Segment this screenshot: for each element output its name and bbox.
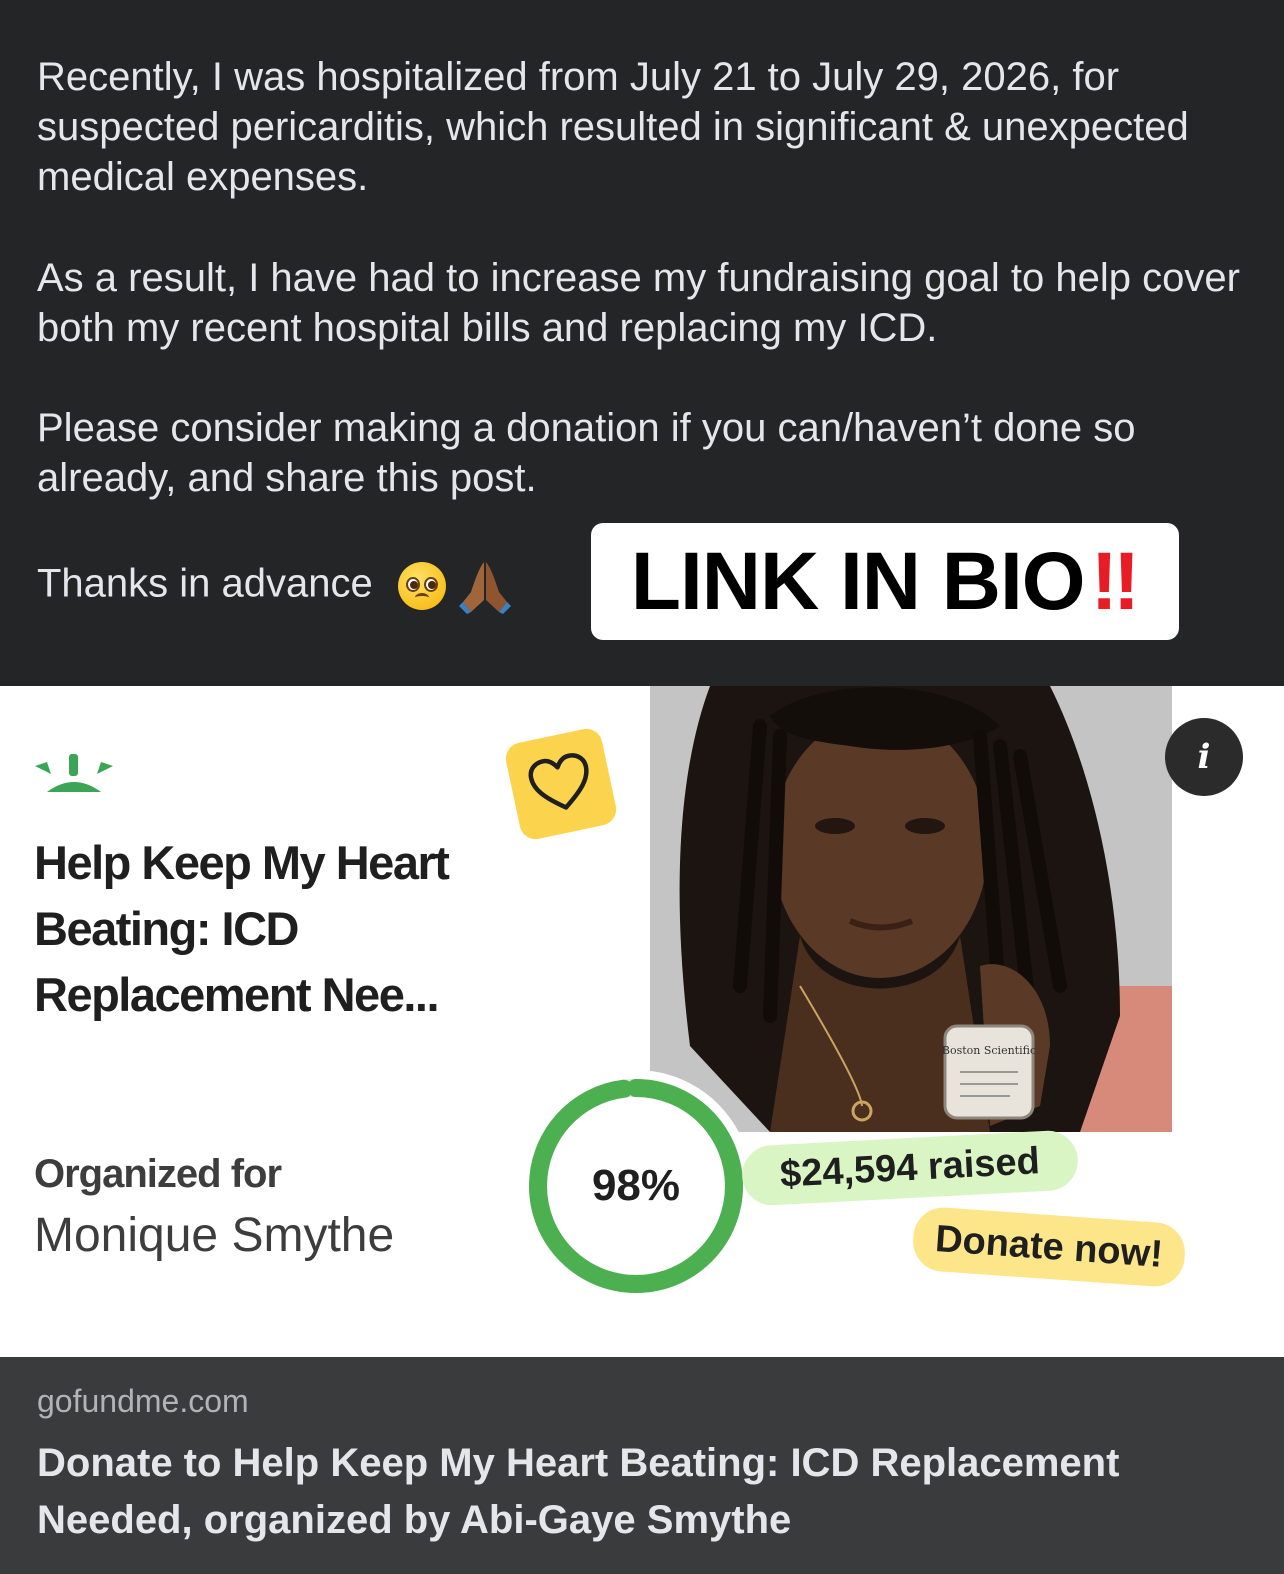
amount-raised-badge: $24,594 raised bbox=[740, 1129, 1080, 1207]
organized-for-label: Organized for bbox=[34, 1152, 282, 1196]
link-preview-footer[interactable]: gofundme.com Donate to Help Keep My Hear… bbox=[0, 1357, 1284, 1574]
info-icon: i bbox=[1197, 737, 1211, 777]
heart-icon bbox=[528, 753, 589, 810]
pleading-face-icon bbox=[397, 562, 446, 610]
double-exclamation-icon: ‼ bbox=[1090, 535, 1141, 627]
link-domain: gofundme.com bbox=[37, 1383, 249, 1419]
post-paragraph: Recently, I was hospitalized from July 2… bbox=[37, 55, 1189, 199]
fundraiser-card[interactable]: Help Keep My Heart Beating: ICD Replacem… bbox=[0, 686, 1284, 1357]
thanks-text: Thanks in advance bbox=[37, 561, 373, 606]
post-paragraph: As a result, I have had to increase my f… bbox=[37, 256, 1240, 350]
overlay-text: LINK IN BIO bbox=[630, 535, 1086, 627]
post-body: Recently, I was hospitalized from July 2… bbox=[37, 52, 1257, 503]
gofundme-logo-icon bbox=[35, 754, 113, 792]
organizer-name: Monique Smythe bbox=[34, 1209, 395, 1262]
info-button[interactable]: i bbox=[1165, 718, 1243, 796]
progress-percent: 98% bbox=[592, 1161, 680, 1210]
link-title[interactable]: Donate to Help Keep My Heart Beating: IC… bbox=[37, 1435, 1237, 1549]
fundraiser-title: Help Keep My Heart Beating: ICD Replacem… bbox=[34, 836, 450, 1021]
folded-hands-icon bbox=[459, 562, 512, 614]
donate-now-button[interactable]: Donate now! bbox=[911, 1205, 1187, 1289]
organizer-photo: Boston Scientific bbox=[650, 686, 1172, 1132]
link-in-bio-overlay: LINK IN BIO ‼ bbox=[591, 523, 1179, 640]
device-label: Boston Scientific bbox=[942, 1044, 1036, 1057]
thanks-line: Thanks in advance bbox=[37, 558, 513, 614]
progress-ring: 98% bbox=[520, 1070, 752, 1302]
post-paragraph: Please consider making a donation if you… bbox=[37, 406, 1136, 500]
favorite-button[interactable] bbox=[502, 725, 620, 843]
